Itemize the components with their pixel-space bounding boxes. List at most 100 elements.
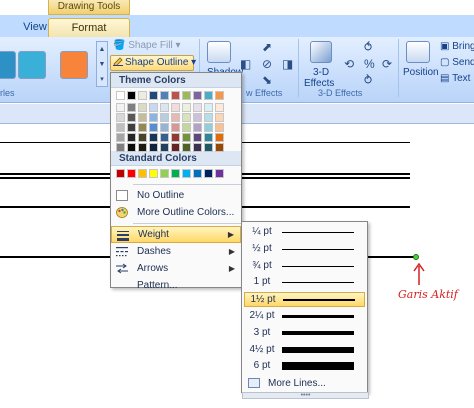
theme-color-swatch[interactable] xyxy=(215,133,224,142)
theme-color-swatch[interactable] xyxy=(149,91,158,100)
tilt-left-icon[interactable]: ⟲ xyxy=(344,57,354,71)
3d-effects-icon[interactable] xyxy=(310,41,332,63)
theme-color-swatch[interactable] xyxy=(116,143,125,152)
theme-color-swatch[interactable] xyxy=(215,123,224,132)
theme-color-swatch[interactable] xyxy=(127,91,136,100)
weight-option[interactable]: 1½ pt xyxy=(244,292,365,308)
weight-option[interactable]: 1 pt xyxy=(244,275,365,290)
theme-color-swatch[interactable] xyxy=(138,91,147,100)
nudge-shadow-down-icon[interactable]: ⬊ xyxy=(262,73,272,87)
theme-color-swatch[interactable] xyxy=(215,113,224,122)
theme-color-swatch[interactable] xyxy=(182,143,191,152)
theme-color-swatch[interactable] xyxy=(215,143,224,152)
standard-color-swatch[interactable] xyxy=(182,169,191,178)
theme-color-swatch[interactable] xyxy=(193,103,202,112)
standard-color-swatch[interactable] xyxy=(171,169,180,178)
theme-color-swatch[interactable] xyxy=(193,91,202,100)
theme-color-swatch[interactable] xyxy=(182,103,191,112)
standard-color-swatch[interactable] xyxy=(204,169,213,178)
standard-color-swatch[interactable] xyxy=(116,169,125,178)
standard-color-swatch[interactable] xyxy=(215,169,224,178)
shape-style-tile-2[interactable] xyxy=(18,51,46,79)
tilt-down-icon[interactable]: ⥁ xyxy=(364,73,372,87)
theme-color-swatch[interactable] xyxy=(193,143,202,152)
theme-color-swatch[interactable] xyxy=(138,103,147,112)
standard-color-swatch[interactable] xyxy=(138,169,147,178)
weight-option[interactable]: 3 pt xyxy=(244,326,365,341)
weight-option[interactable]: 2¼ pt xyxy=(244,309,365,324)
position-icon[interactable] xyxy=(406,41,430,63)
theme-color-swatch[interactable] xyxy=(171,91,180,100)
theme-color-swatch[interactable] xyxy=(171,113,180,122)
theme-color-swatch[interactable] xyxy=(138,123,147,132)
theme-color-swatch[interactable] xyxy=(215,91,224,100)
theme-color-swatch[interactable] xyxy=(204,133,213,142)
theme-color-swatch[interactable] xyxy=(182,113,191,122)
more-outline-colors-menu-item[interactable]: More Outline Colors... xyxy=(111,204,241,221)
theme-color-swatch[interactable] xyxy=(193,123,202,132)
arrows-menu-item[interactable]: Arrows ▶ xyxy=(111,260,241,277)
submenu-resize-grip[interactable]: •••• xyxy=(242,392,369,399)
tab-format[interactable]: Format xyxy=(48,18,130,37)
tilt-up-icon[interactable]: ⥀ xyxy=(364,40,372,54)
theme-color-swatch[interactable] xyxy=(127,113,136,122)
tab-view[interactable]: View xyxy=(20,18,50,37)
theme-color-swatch[interactable] xyxy=(204,123,213,132)
gallery-scroll-arrows[interactable]: ▲ ▼ ▾ xyxy=(96,41,108,87)
theme-color-swatch[interactable] xyxy=(171,133,180,142)
theme-color-swatch[interactable] xyxy=(116,133,125,142)
text-wrap-button[interactable]: ▤ Text xyxy=(440,73,470,84)
no-outline-menu-item[interactable]: No Outline xyxy=(111,187,241,204)
theme-color-swatch[interactable] xyxy=(127,143,136,152)
shape-fill-button[interactable]: 🪣 Shape Fill ▾ xyxy=(113,40,181,51)
nudge-shadow-right-icon[interactable]: ◨ xyxy=(282,57,293,71)
theme-color-swatch[interactable] xyxy=(160,133,169,142)
theme-color-swatch[interactable] xyxy=(160,91,169,100)
theme-color-swatch[interactable] xyxy=(204,103,213,112)
toggle-3d-icon[interactable]: % xyxy=(364,57,375,71)
theme-color-swatch[interactable] xyxy=(171,123,180,132)
shape-outline-button[interactable]: Shape Outline ▾ xyxy=(110,55,196,71)
weight-option[interactable]: ¾ pt xyxy=(244,259,365,274)
dashes-menu-item[interactable]: Dashes ▶ xyxy=(111,243,241,260)
theme-color-swatch[interactable] xyxy=(149,133,158,142)
theme-color-swatch[interactable] xyxy=(171,143,180,152)
theme-color-swatch[interactable] xyxy=(160,123,169,132)
theme-color-swatch[interactable] xyxy=(138,143,147,152)
theme-color-swatch[interactable] xyxy=(182,91,191,100)
send-to-back-button[interactable]: ▢ Send xyxy=(440,57,474,68)
nudge-shadow-left-icon[interactable]: ◧ xyxy=(240,57,251,71)
theme-color-swatch[interactable] xyxy=(193,133,202,142)
weight-menu-item[interactable]: Weight ▶ xyxy=(111,226,241,243)
theme-color-swatch[interactable] xyxy=(149,103,158,112)
theme-color-swatch[interactable] xyxy=(127,103,136,112)
weight-option[interactable]: ½ pt xyxy=(244,242,365,257)
toggle-shadow-icon[interactable]: ⊘ xyxy=(262,57,272,71)
pattern-menu-item[interactable]: Pattern... xyxy=(111,277,241,294)
selection-handle[interactable] xyxy=(413,254,419,260)
theme-color-swatch[interactable] xyxy=(116,91,125,100)
shadow-effects-icon[interactable] xyxy=(207,41,231,63)
standard-color-swatch[interactable] xyxy=(193,169,202,178)
theme-color-swatch[interactable] xyxy=(160,103,169,112)
theme-color-swatch[interactable] xyxy=(116,113,125,122)
theme-color-swatch[interactable] xyxy=(149,123,158,132)
theme-color-swatch[interactable] xyxy=(127,133,136,142)
theme-color-swatch[interactable] xyxy=(182,123,191,132)
shape-style-tile-3[interactable] xyxy=(60,51,88,79)
theme-color-swatch[interactable] xyxy=(127,123,136,132)
shape-style-tile-1[interactable] xyxy=(0,51,16,79)
theme-color-swatch[interactable] xyxy=(182,133,191,142)
theme-color-swatch[interactable] xyxy=(138,113,147,122)
theme-color-swatch[interactable] xyxy=(116,123,125,132)
standard-color-swatch[interactable] xyxy=(127,169,136,178)
theme-color-swatch[interactable] xyxy=(204,143,213,152)
theme-color-swatch[interactable] xyxy=(138,133,147,142)
theme-color-swatch[interactable] xyxy=(204,91,213,100)
theme-color-swatch[interactable] xyxy=(149,113,158,122)
tilt-right-icon[interactable]: ⟳ xyxy=(382,57,392,71)
theme-color-swatch[interactable] xyxy=(160,113,169,122)
theme-color-swatch[interactable] xyxy=(160,143,169,152)
more-lines-menu-item[interactable]: More Lines... xyxy=(244,376,365,391)
weight-option[interactable]: 6 pt xyxy=(244,359,365,374)
